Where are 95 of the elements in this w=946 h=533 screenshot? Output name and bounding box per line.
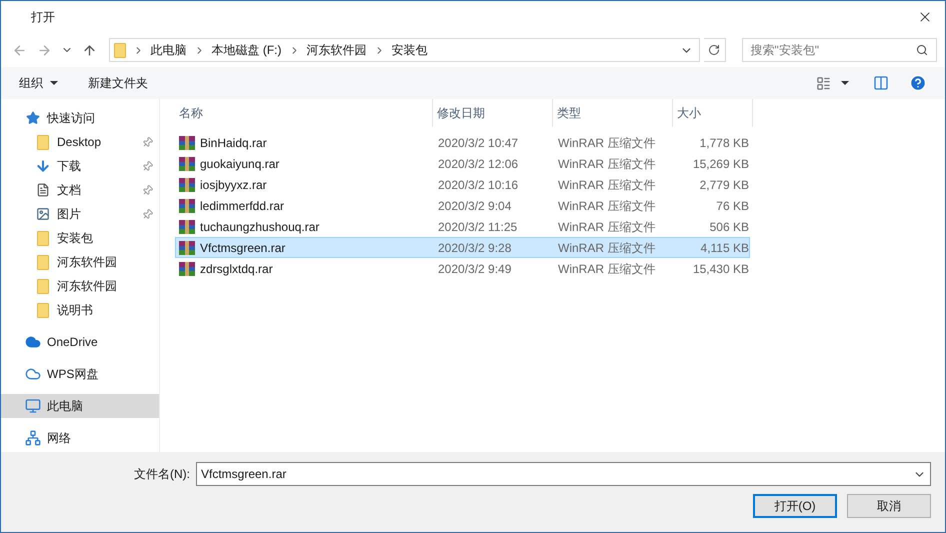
breadcrumb[interactable]: 河东软件园 <box>306 41 366 59</box>
size-cell-text: 4,115 KB <box>700 240 749 256</box>
date-cell-text: 2020/3/2 11:25 <box>437 218 518 236</box>
computer-icon <box>25 398 41 414</box>
folder-icon <box>37 134 49 150</box>
refresh-icon[interactable] <box>708 44 720 56</box>
archive-icon <box>179 240 195 254</box>
search-field[interactable]: 搜索"安装包" <box>750 41 916 59</box>
sidebar-item[interactable]: 安装包 <box>1 226 159 250</box>
type-cell-text: WinRAR 压缩文件 <box>557 134 656 152</box>
file-row[interactable]: zdrsglxtdq.rar 2020/3/2 9:49 WinRAR 压缩文件 15,430 KB <box>175 258 750 279</box>
date-cell-text: 2020/3/2 9:04 <box>437 198 512 214</box>
archive-icon <box>179 156 195 170</box>
breadcrumb[interactable]: 本地磁盘 (F:) <box>212 41 282 59</box>
folder-icon <box>37 254 49 270</box>
column-header[interactable]: 大小 <box>673 99 753 127</box>
size-cell-text: 76 KB <box>715 198 749 214</box>
download-icon <box>35 158 51 174</box>
file-name: iosjbyyxz.rar <box>200 176 267 194</box>
sidebar-item[interactable]: 图片 <box>1 202 159 226</box>
column-header[interactable]: 类型 <box>553 99 673 127</box>
folder-icon <box>114 42 126 58</box>
type-cell-text: WinRAR 压缩文件 <box>557 240 656 256</box>
folder-icon <box>37 302 49 318</box>
help-icon[interactable] <box>909 74 927 92</box>
file-row[interactable]: BinHaidq.rar 2020/3/2 10:47 WinRAR 压缩文件 1,778 KB <box>175 132 750 153</box>
archive-icon <box>179 136 195 150</box>
file-row[interactable]: tuchaungzhushouq.rar 2020/3/2 11:25 WinRAR 压缩文件 506 KB <box>175 216 750 237</box>
breadcrumb[interactable]: 安装包 <box>392 41 428 59</box>
image-icon <box>36 207 50 221</box>
file-name: BinHaidq.rar <box>200 134 267 152</box>
filename-combo-box[interactable]: Vfctmsgreen.rar <box>196 462 931 486</box>
cloud-icon <box>25 366 41 382</box>
size-cell-text: 2,779 KB <box>698 176 749 194</box>
size-cell-text: 15,430 KB <box>692 260 749 278</box>
sidebar-item[interactable]: Desktop <box>1 130 159 154</box>
window-title: 打开 <box>31 9 55 26</box>
organize-menu[interactable]: 组织 <box>19 74 58 92</box>
view-dropdown-icon[interactable] <box>841 81 849 85</box>
filename-label: 文件名(N): <box>134 466 190 483</box>
type-cell-text: WinRAR 压缩文件 <box>557 260 656 278</box>
preview-pane-icon[interactable] <box>873 75 889 91</box>
refresh-button[interactable] <box>704 38 726 62</box>
type-cell-text: WinRAR 压缩文件 <box>557 176 656 194</box>
sidebar-item[interactable]: 下载 <box>1 154 159 178</box>
date-cell-text: 2020/3/2 10:47 <box>437 134 520 152</box>
type-cell-text: WinRAR 压缩文件 <box>557 156 656 172</box>
sidebar-item[interactable]: 河东软件园 <box>1 250 159 274</box>
new-folder-button[interactable]: 新建文件夹 <box>88 74 148 92</box>
column-header[interactable]: 名称 <box>175 99 433 127</box>
file-name: tuchaungzhushouq.rar <box>200 218 320 236</box>
file-row[interactable]: Vfctmsgreen.rar 2020/3/2 9:28 WinRAR 压缩文件 4,115 KB <box>175 237 750 258</box>
document-icon <box>36 183 50 197</box>
sidebar-item[interactable]: 此电脑 <box>1 394 159 418</box>
size-cell-text: 506 KB <box>708 218 749 236</box>
file-row[interactable]: iosjbyyxz.rar 2020/3/2 10:16 WinRAR 压缩文件 2,779 KB <box>175 174 750 195</box>
sidebar-item[interactable]: OneDrive <box>1 330 159 354</box>
search-box[interactable]: 搜索"安装包" <box>742 38 937 62</box>
date-cell-text: 2020/3/2 9:49 <box>437 260 512 278</box>
date-cell-text: 2020/3/2 10:16 <box>437 176 520 194</box>
date-cell-text: 2020/3/2 12:06 <box>437 156 520 172</box>
size-cell-text: 15,269 KB <box>692 156 749 172</box>
cancel-button[interactable]: 取消 <box>847 494 931 518</box>
network-icon <box>25 430 41 446</box>
search-icon <box>916 44 928 56</box>
breadcrumb[interactable]: 此电脑 <box>150 41 186 59</box>
folder-icon <box>37 278 49 294</box>
star-icon <box>26 111 40 125</box>
size-cell-text: 1,778 KB <box>698 134 749 152</box>
sidebar-item[interactable]: 网络 <box>1 426 159 450</box>
file-row[interactable]: ledimmerfdd.rar 2020/3/2 9:04 WinRAR 压缩文件 76 KB <box>175 195 750 216</box>
sidebar-item[interactable]: 快速访问 <box>1 106 159 130</box>
file-row[interactable]: guokaiyunq.rar 2020/3/2 12:06 WinRAR 压缩文件 15,269 KB <box>175 153 750 174</box>
column-header[interactable]: 修改日期 <box>433 99 553 127</box>
type-cell-text: WinRAR 压缩文件 <box>557 198 656 214</box>
archive-icon <box>179 178 195 192</box>
archive-icon <box>179 220 195 234</box>
sidebar-item[interactable]: 说明书 <box>1 298 159 322</box>
view-icon[interactable] <box>816 76 831 90</box>
type-cell-text: WinRAR 压缩文件 <box>557 218 656 236</box>
filename-field[interactable]: Vfctmsgreen.rar <box>201 465 913 483</box>
file-name: ledimmerfdd.rar <box>200 198 284 214</box>
sidebar-item[interactable]: 河东软件园 <box>1 274 159 298</box>
file-name: guokaiyunq.rar <box>200 156 280 172</box>
sidebar-item[interactable]: WPS网盘 <box>1 362 159 386</box>
file-name: zdrsglxtdq.rar <box>200 260 273 278</box>
date-cell-text: 2020/3/2 9:28 <box>437 240 512 256</box>
sidebar-item[interactable]: 文档 <box>1 178 159 202</box>
file-name: Vfctmsgreen.rar <box>200 240 286 256</box>
folder-icon <box>37 230 49 246</box>
address-bar[interactable]: 此电脑 本地磁盘 (F:) 河东软件园 安装包 <box>108 38 700 62</box>
archive-icon <box>179 262 195 276</box>
archive-icon <box>179 198 195 212</box>
cloud-icon <box>25 334 41 350</box>
open-button[interactable]: 打开(O) <box>753 494 837 518</box>
